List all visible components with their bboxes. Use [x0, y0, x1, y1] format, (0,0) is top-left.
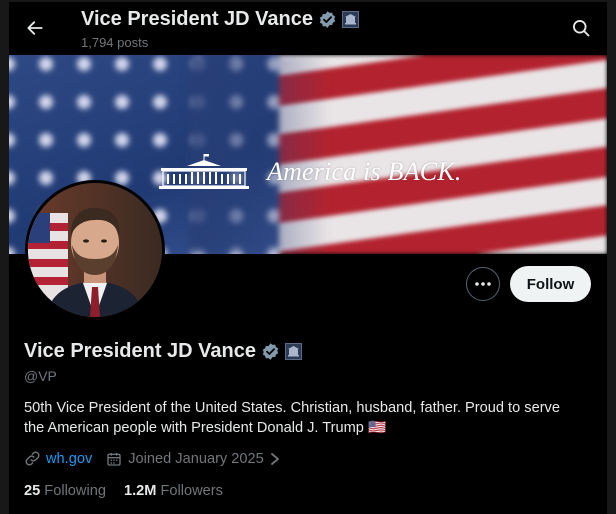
follow-button[interactable]: Follow	[510, 266, 591, 302]
window-frame-right	[607, 0, 616, 514]
more-options-icon	[475, 282, 491, 286]
verified-badge-icon[interactable]	[261, 342, 280, 361]
window-frame-left	[0, 0, 9, 514]
website-item: wh.gov	[24, 450, 92, 467]
profile-header-bar: Vice President JD Vance 1,794 posts	[9, 2, 607, 55]
joined-item[interactable]: Joined January 2025	[106, 451, 281, 467]
profile-handle: @VP	[24, 368, 57, 384]
government-affiliation-icon[interactable]	[284, 343, 302, 360]
banner-slogan: America is BACK.	[267, 157, 462, 186]
avatar[interactable]	[25, 180, 165, 320]
calendar-icon	[107, 452, 121, 466]
followers-label: Followers	[160, 483, 223, 499]
link-icon	[25, 451, 40, 466]
header-title: Vice President JD Vance	[81, 8, 359, 31]
government-affiliation-icon	[341, 11, 359, 28]
avatar-portrait	[28, 183, 162, 317]
following-link[interactable]: 25 Following	[24, 483, 106, 499]
white-house-logo	[159, 154, 249, 189]
followers-count: 1.2M	[123, 483, 157, 499]
more-options-button[interactable]	[466, 267, 500, 301]
website-link[interactable]: wh.gov	[46, 451, 92, 467]
header-posts-count: 1,794 posts	[81, 35, 149, 50]
profile-meta: wh.gov Joined January 2025	[24, 450, 281, 467]
following-count: 25	[24, 483, 41, 499]
profile-bio: 50th Vice President of the United States…	[24, 400, 560, 436]
follow-stats: 25 Following 1.2M Followers	[24, 483, 223, 499]
profile-display-name: Vice President JD Vance	[24, 340, 302, 363]
search-icon	[573, 20, 590, 37]
back-button[interactable]	[21, 14, 49, 42]
arrow-left-icon	[27, 21, 43, 35]
verified-badge-icon	[319, 11, 336, 28]
following-label: Following	[44, 483, 106, 499]
profile-display-name-text: Vice President JD Vance	[24, 340, 256, 362]
followers-link[interactable]: 1.2M Followers	[124, 483, 223, 499]
search-button[interactable]	[567, 14, 595, 42]
header-title-text: Vice President JD Vance	[81, 8, 313, 30]
joined-date: Joined January 2025	[128, 450, 264, 467]
chevron-right-icon	[270, 452, 279, 465]
